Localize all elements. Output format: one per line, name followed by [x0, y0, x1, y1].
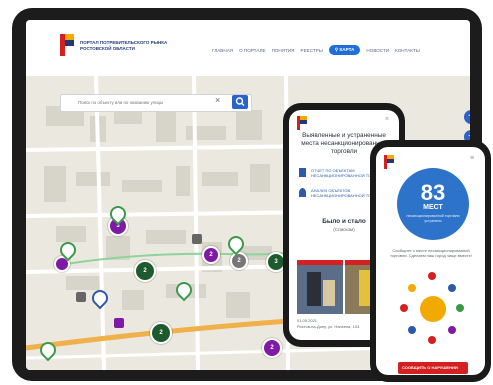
analysis-person-icon — [299, 188, 306, 197]
count-sub: несанкционированной торговли устранено — [406, 214, 460, 223]
report-doc-icon — [299, 168, 306, 177]
category-dot[interactable] — [456, 304, 464, 312]
record-date: 01.05.2021 — [297, 318, 318, 323]
category-dot[interactable] — [408, 326, 416, 334]
menu-icon[interactable]: ≡ — [470, 155, 474, 162]
map-cluster-marker[interactable]: 2 — [134, 260, 156, 282]
nav-news[interactable]: НОВОСТИ — [366, 48, 389, 53]
portal-logo-icon — [60, 34, 74, 56]
nav-home[interactable]: ГЛАВНАЯ — [212, 48, 233, 53]
report-caption: Сообщите о месте несанкционированной тор… — [390, 248, 472, 258]
report-violation-button[interactable]: СООБЩИТЬ О НАРУШЕНИИ — [398, 362, 468, 374]
search-button[interactable] — [232, 95, 248, 109]
count-label: МЕСТ — [423, 204, 443, 211]
category-dot[interactable] — [408, 284, 416, 292]
portal-logo-icon — [297, 116, 307, 130]
map-cluster-marker[interactable]: 2 — [202, 246, 220, 264]
map-pin-icon: ⚲ — [334, 47, 339, 52]
map-cluster-marker[interactable]: 2 — [230, 252, 248, 270]
nav-map-active[interactable]: ⚲ КАРТА — [328, 45, 361, 55]
map-search-input[interactable] — [78, 96, 210, 108]
nav-about[interactable]: О ПОРТАЛЕ — [239, 48, 265, 53]
search-icon — [235, 97, 245, 106]
map-cluster-marker[interactable]: 2 — [150, 322, 172, 344]
map-cluster-marker[interactable]: 2 — [262, 338, 282, 358]
nav-registries[interactable]: РЕЕСТРЫ — [301, 48, 323, 53]
map-square-marker[interactable] — [192, 234, 202, 244]
nav-terms[interactable]: ПОНЯТИЯ — [272, 48, 295, 53]
site-header: ПОРТАЛ ПОТРЕБИТЕЛЬСКОГО РЫНКА РОСТОВСКОЙ… — [26, 20, 470, 76]
category-icons — [396, 272, 472, 354]
category-dot[interactable] — [448, 284, 456, 292]
zoom-in-button[interactable]: + — [464, 110, 470, 124]
map-square-marker[interactable] — [76, 292, 86, 302]
portal-logo-icon — [384, 155, 394, 169]
main-nav: ГЛАВНАЯ О ПОРТАЛЕ ПОНЯТИЯ РЕЕСТРЫ ⚲ КАРТ… — [212, 45, 420, 55]
nav-contacts[interactable]: КОНТАКТЫ — [395, 48, 420, 53]
category-dot[interactable] — [428, 272, 436, 280]
category-center — [420, 296, 446, 322]
report-violation-label: СООБЩИТЬ О НАРУШЕНИИ — [402, 365, 458, 370]
close-icon[interactable]: × — [385, 116, 389, 123]
removed-count: 83 — [420, 180, 446, 205]
before-photo — [297, 260, 343, 314]
category-dot[interactable] — [448, 326, 456, 334]
portal-logo-text: ПОРТАЛ ПОТРЕБИТЕЛЬСКОГО РЫНКА РОСТОВСКОЙ… — [80, 40, 168, 51]
map-square-marker[interactable] — [114, 318, 124, 328]
category-dot[interactable] — [400, 304, 408, 312]
clear-search-icon[interactable]: × — [215, 95, 220, 105]
category-dot[interactable] — [428, 336, 436, 344]
